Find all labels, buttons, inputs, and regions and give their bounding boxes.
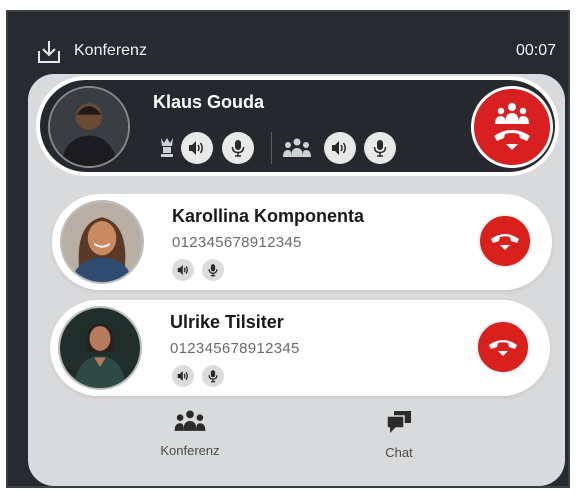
mic-icon bbox=[208, 370, 218, 383]
bottom-nav: Konferenz Chat bbox=[28, 410, 565, 480]
avatar bbox=[48, 86, 130, 168]
main-call-card: Klaus Gouda bbox=[36, 76, 559, 176]
end-conference-icon bbox=[494, 103, 530, 150]
hangup-button[interactable] bbox=[478, 214, 532, 268]
nav-chat-label: Chat bbox=[385, 445, 413, 460]
participant-card: Karollina Komponenta 012345678912345 bbox=[52, 194, 552, 290]
participant-name: Ulrike Tilsiter bbox=[170, 312, 284, 332]
mic-button[interactable] bbox=[222, 132, 254, 164]
speaker-icon bbox=[189, 141, 203, 155]
call-timer: 00:07 bbox=[515, 42, 556, 59]
participant-card: Ulrike Tilsiter 012345678912345 bbox=[50, 300, 550, 396]
speaker-button[interactable] bbox=[181, 132, 213, 164]
participant-name: Karollina Komponenta bbox=[172, 206, 365, 226]
window-title: Konferenz bbox=[74, 42, 147, 59]
group-icon bbox=[283, 138, 311, 157]
title-bar: Konferenz 00:07 bbox=[8, 12, 568, 70]
conference-mic-button[interactable] bbox=[364, 132, 396, 164]
chat-icon bbox=[386, 411, 411, 433]
nav-konferenz-label: Konferenz bbox=[160, 443, 220, 458]
mic-icon bbox=[208, 264, 218, 277]
conference-speaker-button[interactable] bbox=[324, 132, 356, 164]
avatar bbox=[58, 306, 142, 390]
participant-number: 012345678912345 bbox=[170, 340, 300, 357]
participant-mic-button[interactable] bbox=[202, 259, 224, 281]
hangup-icon bbox=[489, 340, 517, 356]
participant-speaker-button[interactable] bbox=[172, 259, 194, 281]
avatar bbox=[60, 200, 144, 284]
speaker-icon bbox=[177, 264, 188, 276]
download-icon[interactable] bbox=[36, 39, 62, 65]
mic-icon bbox=[231, 140, 245, 157]
crown-icon bbox=[161, 138, 173, 157]
app-window: Konferenz 00:07 Klaus Gouda Karollina Ko… bbox=[6, 10, 570, 488]
mic-icon bbox=[373, 140, 387, 157]
hangup-icon bbox=[491, 234, 519, 250]
participant-mic-button[interactable] bbox=[202, 365, 224, 387]
speaker-icon bbox=[177, 370, 188, 382]
controls-divider bbox=[271, 132, 272, 164]
main-caller-name: Klaus Gouda bbox=[153, 92, 265, 112]
conference-panel: Klaus Gouda Karollina Komponenta 0123456… bbox=[28, 74, 565, 486]
nav-chat[interactable]: Chat bbox=[349, 410, 449, 460]
speaker-icon bbox=[332, 141, 346, 155]
participant-number: 012345678912345 bbox=[172, 234, 302, 251]
end-conference-button[interactable] bbox=[471, 86, 553, 168]
hangup-button[interactable] bbox=[476, 320, 530, 374]
group-icon bbox=[174, 410, 206, 431]
nav-konferenz[interactable]: Konferenz bbox=[140, 410, 240, 458]
participant-speaker-button[interactable] bbox=[172, 365, 194, 387]
